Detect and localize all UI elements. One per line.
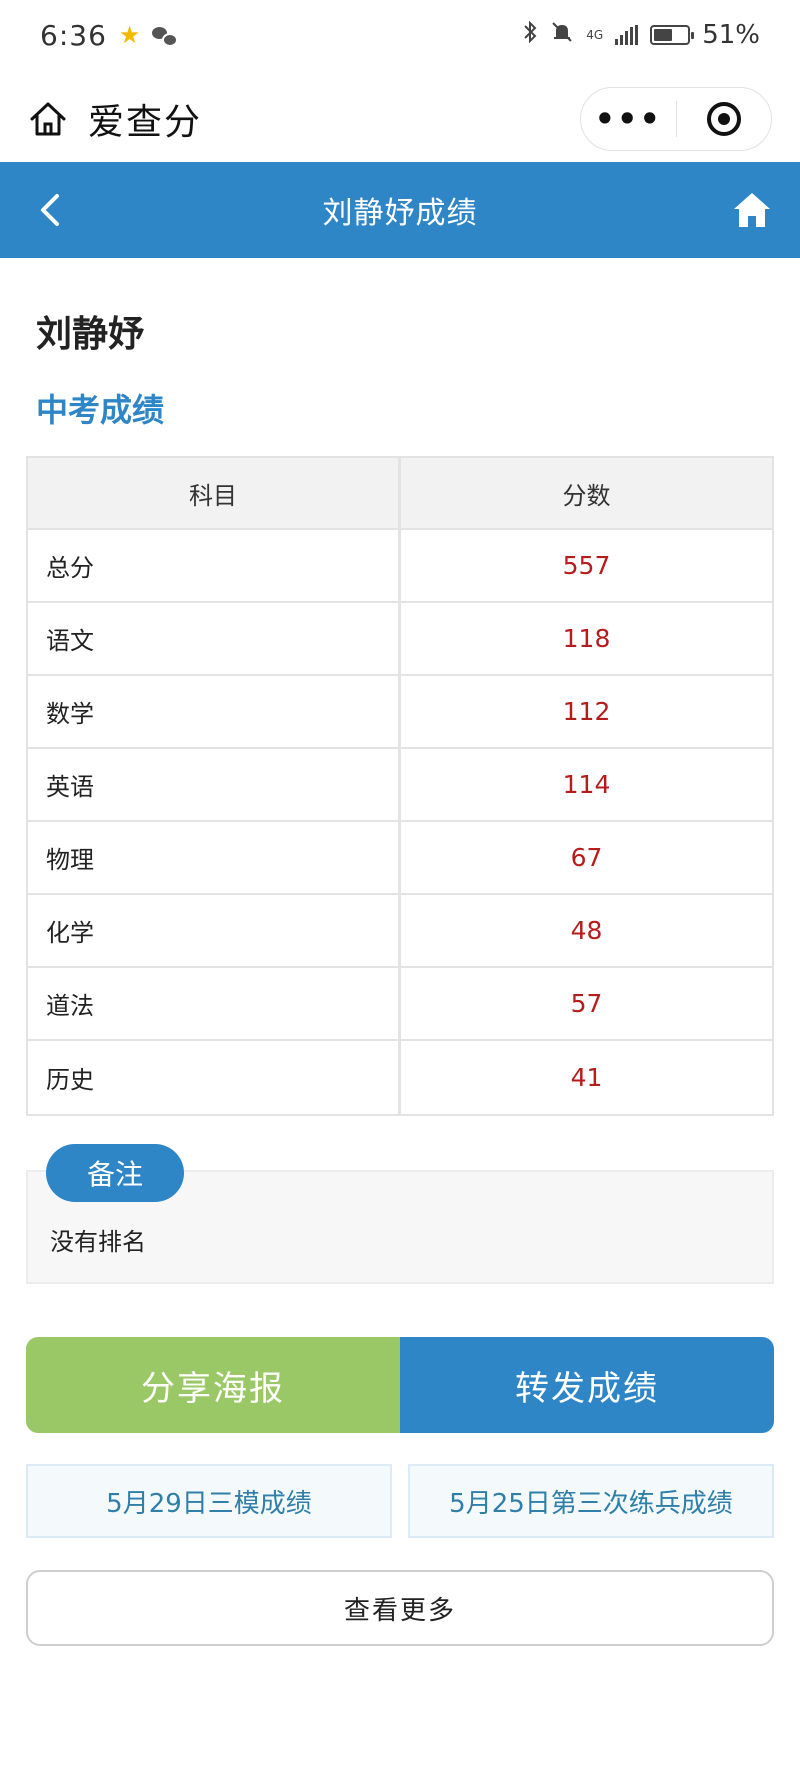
table-row: 化学 48 <box>28 895 772 968</box>
table-header-row: 科目 分数 <box>28 458 772 530</box>
view-more-button[interactable]: 查看更多 <box>26 1570 774 1646</box>
subject-cell: 道法 <box>28 968 401 1041</box>
table-row: 总分 557 <box>28 530 772 603</box>
score-cell: 118 <box>401 603 772 676</box>
table-row: 历史 41 <box>28 1041 772 1114</box>
exam-link[interactable]: 5月25日第三次练兵成绩 <box>408 1464 774 1538</box>
score-cell: 67 <box>401 822 772 895</box>
forward-scores-button[interactable]: 转发成绩 <box>400 1337 774 1433</box>
share-poster-button[interactable]: 分享海报 <box>26 1337 400 1433</box>
page-title: 刘静妤成绩 <box>322 196 478 231</box>
battery-percent: 51% <box>702 20 760 50</box>
remark-badge: 备注 <box>46 1144 184 1202</box>
table-row: 语文 118 <box>28 603 772 676</box>
score-cell: 57 <box>401 968 772 1041</box>
chevron-left-icon <box>41 194 59 226</box>
mini-program-title: 爱查分 <box>88 102 203 143</box>
score-table: 科目 分数 总分 557 语文 118 数学 112 英语 114 物理 67 … <box>26 456 774 1116</box>
mini-program-left: 爱查分 <box>28 93 202 145</box>
subject-cell: 英语 <box>28 749 401 822</box>
mini-program-bar: 爱查分 ••• <box>0 76 800 162</box>
subject-cell: 化学 <box>28 895 401 968</box>
table-row: 数学 112 <box>28 676 772 749</box>
subject-cell: 历史 <box>28 1041 401 1114</box>
header-score: 分数 <box>401 458 772 530</box>
section-title: 中考成绩 <box>36 391 165 429</box>
score-cell: 114 <box>401 749 772 822</box>
target-icon <box>706 102 741 136</box>
close-mini-program-button[interactable] <box>677 88 772 150</box>
subject-cell: 物理 <box>28 822 401 895</box>
subject-cell: 总分 <box>28 530 401 603</box>
network-type-label: 4G <box>586 28 604 42</box>
signal-icon <box>615 25 639 45</box>
score-cell: 557 <box>401 530 772 603</box>
header-subject: 科目 <box>28 458 401 530</box>
remark-text: 没有排名 <box>50 1228 146 1256</box>
page-header: 刘静妤成绩 <box>0 162 800 258</box>
table-row: 道法 57 <box>28 968 772 1041</box>
exam-link[interactable]: 5月29日三模成绩 <box>26 1464 392 1538</box>
home-icon <box>734 193 770 227</box>
subject-cell: 语文 <box>28 603 401 676</box>
student-name: 刘静妤 <box>36 314 145 355</box>
status-bar-left: 6:36 ★ <box>40 18 179 52</box>
back-button[interactable] <box>20 180 80 240</box>
wechat-icon <box>152 25 179 47</box>
score-cell: 112 <box>401 676 772 749</box>
home-outline-icon[interactable] <box>28 99 68 139</box>
more-options-button[interactable]: ••• <box>581 88 676 150</box>
table-row: 英语 114 <box>28 749 772 822</box>
table-row: 物理 67 <box>28 822 772 895</box>
status-time: 6:36 <box>40 18 107 52</box>
star-icon: ★ <box>118 21 141 49</box>
capsule-menu: ••• <box>580 87 772 151</box>
action-buttons: 分享海报 转发成绩 <box>26 1337 774 1433</box>
mute-bell-icon <box>550 20 574 50</box>
related-exams: 5月29日三模成绩 5月25日第三次练兵成绩 <box>26 1464 774 1538</box>
bluetooth-icon <box>522 20 538 50</box>
status-bar-right: 4G 51% <box>522 20 760 50</box>
score-cell: 48 <box>401 895 772 968</box>
battery-icon <box>650 25 695 45</box>
subject-cell: 数学 <box>28 676 401 749</box>
score-cell: 41 <box>570 1063 603 1092</box>
status-bar: 6:36 ★ 4G 51% <box>0 0 800 70</box>
home-button[interactable] <box>722 180 782 240</box>
